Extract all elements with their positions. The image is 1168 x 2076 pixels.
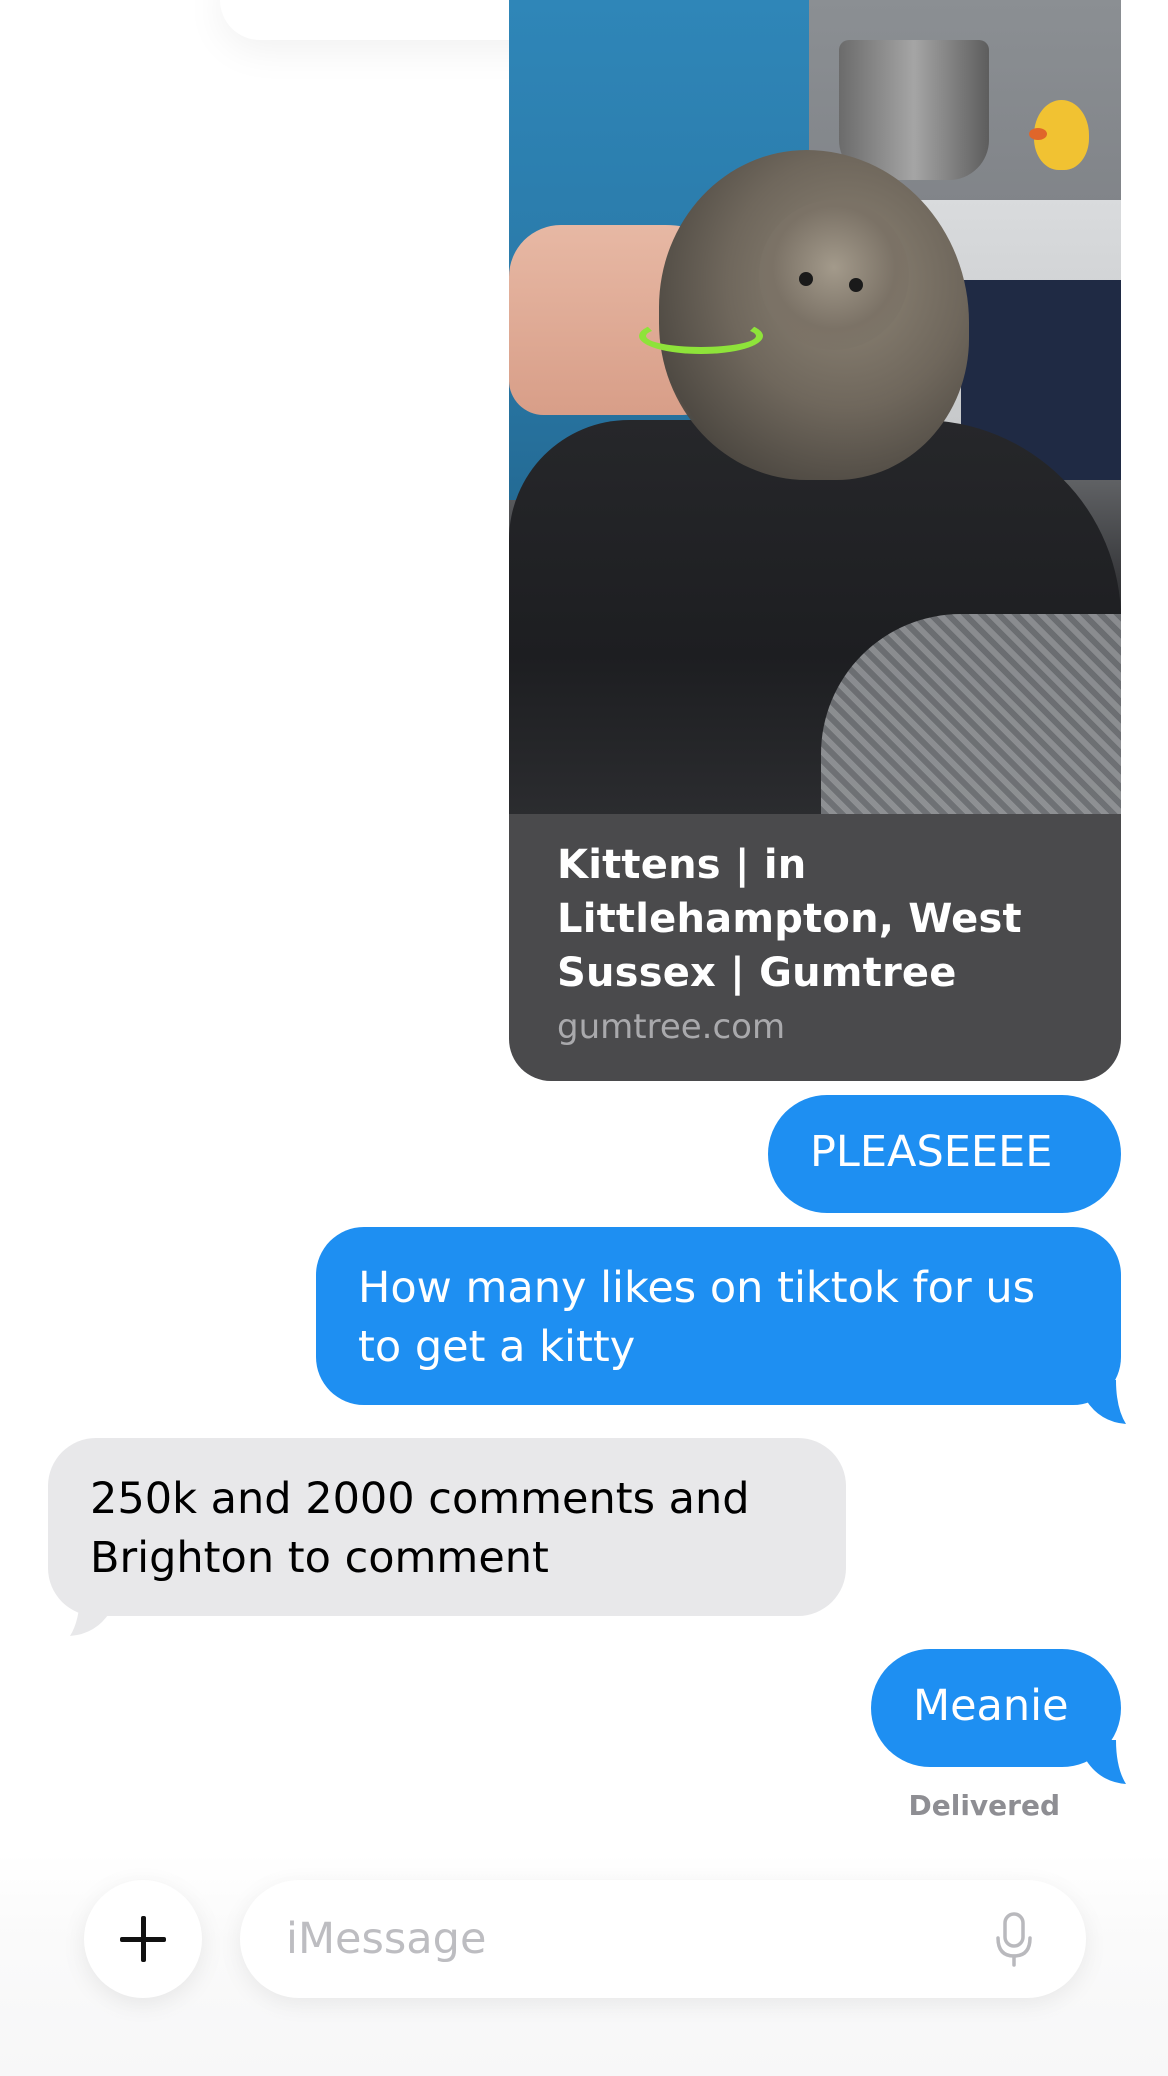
bubble-tail-incoming (70, 1592, 110, 1636)
message-bubble-outgoing[interactable]: Meanie (871, 1649, 1121, 1767)
link-preview-domain: gumtree.com (557, 1007, 786, 1047)
photo-kitten-eye-right (849, 278, 863, 292)
bubble-tail-outgoing (1086, 1740, 1126, 1784)
message-input-container[interactable] (240, 1880, 1086, 1998)
photo-green-ring (639, 318, 763, 354)
add-attachment-button[interactable] (84, 1880, 202, 1998)
link-preview-info: Kittens | in Littlehampton, West Sussex … (509, 814, 1121, 1052)
photo-plant-pot (839, 40, 989, 180)
link-preview-card[interactable]: Kittens | in Littlehampton, West Sussex … (509, 0, 1121, 1081)
photo-toy-duck-beak (1029, 128, 1047, 140)
microphone-icon[interactable] (994, 1912, 1034, 1968)
link-preview-title: Kittens | in Littlehampton, West Sussex … (557, 842, 1022, 996)
photo-kitten-eye-left (799, 272, 813, 286)
message-input[interactable] (286, 1906, 966, 1972)
message-bubble-incoming[interactable]: 250k and 2000 comments and Brighton to c… (48, 1438, 846, 1616)
link-preview-image (509, 0, 1121, 814)
messages-screen: Kittens | in Littlehampton, West Sussex … (0, 0, 1168, 2076)
bubble-tail-outgoing (1086, 1380, 1126, 1424)
delivered-status: Delivered (908, 1789, 1060, 1822)
message-bubble-outgoing[interactable]: How many likes on tiktok for us to get a… (316, 1227, 1121, 1405)
message-bubble-outgoing[interactable]: PLEASEEEE (768, 1095, 1121, 1213)
photo-kitten-face (759, 200, 909, 350)
